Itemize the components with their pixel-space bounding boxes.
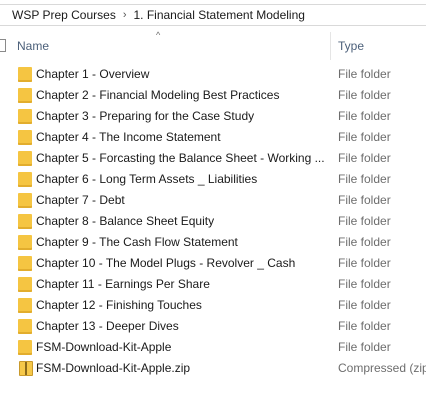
breadcrumb-item-wsp-prep-courses[interactable]: WSP Prep Courses bbox=[8, 5, 120, 25]
file-name: FSM-Download-Kit-Apple bbox=[36, 340, 172, 354]
file-name: Chapter 2 - Financial Modeling Best Prac… bbox=[36, 88, 280, 102]
file-row[interactable]: Chapter 8 - Balance Sheet Equity File fol… bbox=[0, 211, 426, 232]
file-name: Chapter 12 - Finishing Touches bbox=[36, 298, 202, 312]
folder-icon bbox=[18, 130, 32, 145]
file-row[interactable]: Chapter 2 - Financial Modeling Best Prac… bbox=[0, 85, 426, 106]
file-type: File folder bbox=[338, 277, 391, 291]
file-row[interactable]: Chapter 10 - The Model Plugs - Revolver … bbox=[0, 253, 426, 274]
folder-icon bbox=[18, 88, 32, 103]
address-bar[interactable]: WSP Prep Courses › 1. Financial Statemen… bbox=[0, 4, 426, 26]
select-all-checkbox[interactable] bbox=[0, 39, 6, 52]
file-type: Compressed (zip bbox=[338, 361, 426, 375]
file-name: Chapter 9 - The Cash Flow Statement bbox=[36, 235, 238, 249]
file-name: Chapter 4 - The Income Statement bbox=[36, 130, 221, 144]
file-type: File folder bbox=[338, 214, 391, 228]
file-row[interactable]: FSM-Download-Kit-Apple.zip Compressed (zi… bbox=[0, 358, 426, 379]
file-row[interactable]: Chapter 11 - Earnings Per Share File fold… bbox=[0, 274, 426, 295]
file-row[interactable]: FSM-Download-Kit-Apple File folder bbox=[0, 337, 426, 358]
column-header-name[interactable]: Name bbox=[17, 39, 49, 53]
column-header-type[interactable]: Type bbox=[338, 39, 364, 53]
address-bar-lead bbox=[0, 5, 8, 25]
file-list: Chapter 1 - Overview File folder Chapter 2… bbox=[0, 64, 426, 379]
folder-icon bbox=[18, 67, 32, 82]
folder-icon bbox=[18, 109, 32, 124]
file-type: File folder bbox=[338, 130, 391, 144]
file-row[interactable]: Chapter 1 - Overview File folder bbox=[0, 64, 426, 85]
file-type: File folder bbox=[338, 67, 391, 81]
file-type: File folder bbox=[338, 109, 391, 123]
file-name: Chapter 13 - Deeper Dives bbox=[36, 319, 179, 333]
file-type: File folder bbox=[338, 235, 391, 249]
file-row[interactable]: Chapter 12 - Finishing Touches File folde… bbox=[0, 295, 426, 316]
zip-icon bbox=[19, 361, 33, 376]
file-row[interactable]: Chapter 7 - Debt File folder bbox=[0, 190, 426, 211]
file-type: File folder bbox=[338, 298, 391, 312]
folder-icon bbox=[18, 277, 32, 292]
file-type: File folder bbox=[338, 151, 391, 165]
file-row[interactable]: Chapter 6 - Long Term Assets _ Liabiliti… bbox=[0, 169, 426, 190]
breadcrumb-separator-icon[interactable]: › bbox=[120, 5, 130, 25]
folder-icon bbox=[18, 256, 32, 271]
file-type: File folder bbox=[338, 172, 391, 186]
file-name: Chapter 7 - Debt bbox=[36, 193, 125, 207]
folder-icon bbox=[18, 298, 32, 313]
file-type: File folder bbox=[338, 193, 391, 207]
file-row[interactable]: Chapter 9 - The Cash Flow Statement File … bbox=[0, 232, 426, 253]
column-divider[interactable] bbox=[330, 32, 331, 60]
file-name: Chapter 1 - Overview bbox=[36, 67, 150, 81]
file-type: File folder bbox=[338, 319, 391, 333]
file-type: File folder bbox=[338, 88, 391, 102]
file-row[interactable]: Chapter 13 - Deeper Dives File folder bbox=[0, 316, 426, 337]
folder-icon bbox=[18, 214, 32, 229]
file-type: File folder bbox=[338, 340, 391, 354]
file-name: Chapter 3 - Preparing for the Case Study bbox=[36, 109, 255, 123]
folder-icon bbox=[18, 235, 32, 250]
file-row[interactable]: Chapter 5 - Forcasting the Balance Sheet… bbox=[0, 148, 426, 169]
sort-ascending-icon: ^ bbox=[156, 30, 161, 40]
file-name: Chapter 8 - Balance Sheet Equity bbox=[36, 214, 215, 228]
file-name: Chapter 6 - Long Term Assets _ Liabiliti… bbox=[36, 172, 258, 186]
file-row[interactable]: Chapter 4 - The Income Statement File fol… bbox=[0, 127, 426, 148]
file-name: Chapter 10 - The Model Plugs - Revolver … bbox=[36, 256, 296, 270]
file-name: Chapter 5 - Forcasting the Balance Sheet… bbox=[36, 151, 325, 165]
file-row[interactable]: Chapter 3 - Preparing for the Case Study… bbox=[0, 106, 426, 127]
file-explorer-window: WSP Prep Courses › 1. Financial Statemen… bbox=[0, 0, 426, 400]
file-name: FSM-Download-Kit-Apple.zip bbox=[36, 361, 191, 375]
file-name: Chapter 11 - Earnings Per Share bbox=[36, 277, 210, 291]
column-header-row: ^ Name Type bbox=[0, 30, 426, 60]
folder-icon bbox=[18, 151, 32, 166]
folder-icon bbox=[18, 340, 32, 355]
folder-icon bbox=[18, 172, 32, 187]
breadcrumb-item-financial-statement-modeling[interactable]: 1. Financial Statement Modeling bbox=[130, 5, 309, 25]
folder-icon bbox=[18, 193, 32, 208]
file-type: File folder bbox=[338, 256, 391, 270]
folder-icon bbox=[18, 319, 32, 334]
